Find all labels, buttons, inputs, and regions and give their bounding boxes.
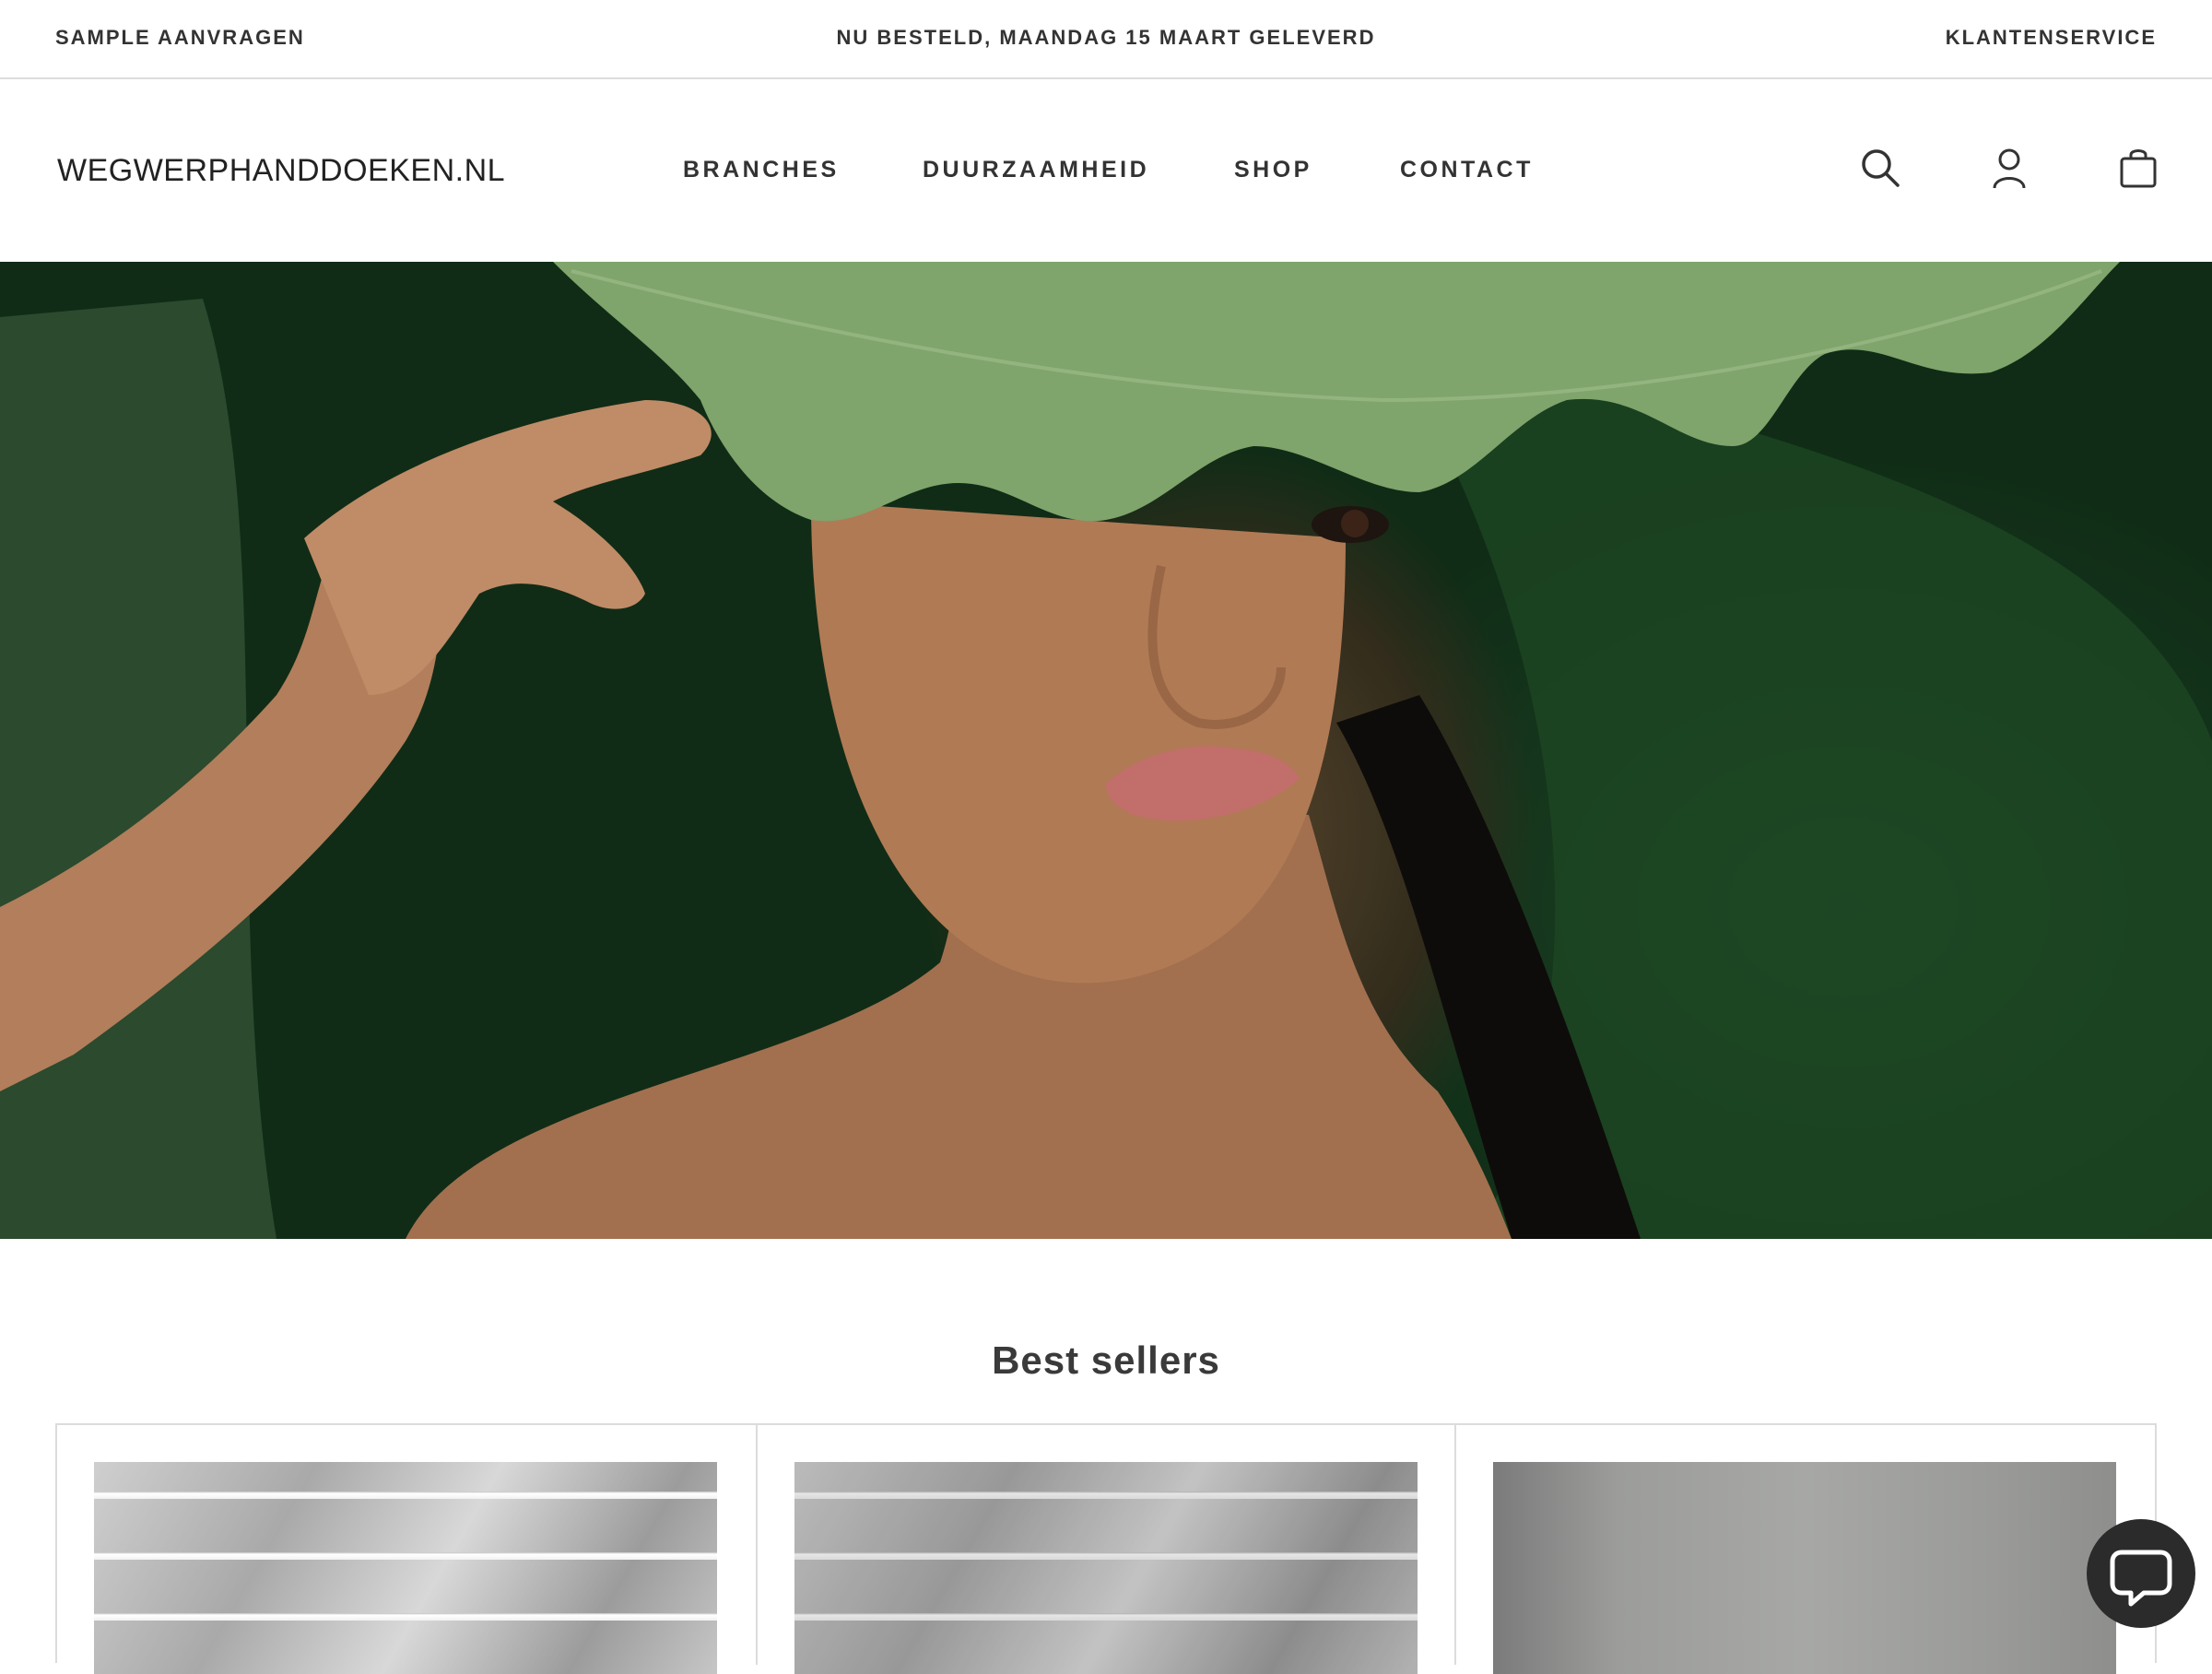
nav-branches[interactable]: BRANCHES (683, 157, 840, 183)
product-card[interactable] (758, 1425, 1456, 1674)
chat-button[interactable] (2087, 1519, 2195, 1628)
shopping-bag-icon[interactable] (2116, 146, 2160, 190)
customer-service-link[interactable]: KLANTENSERVICE (1946, 26, 2157, 50)
search-icon[interactable] (1858, 146, 1902, 190)
product-image-marble-tiles[interactable] (794, 1462, 1418, 1674)
hero-image (0, 262, 2212, 1239)
product-card[interactable] (57, 1425, 758, 1674)
site-header: WEGWERPHANDDOEKEN.NL BRANCHES DUURZAAMHE… (0, 81, 2212, 262)
account-icon[interactable] (1987, 146, 2031, 190)
delivery-notice: NU BESTELD, MAANDAG 15 MAART GELEVERD (836, 26, 1376, 49)
site-logo[interactable]: WEGWERPHANDDOEKEN.NL (57, 153, 505, 189)
product-grid (55, 1423, 2157, 1674)
nav-shop[interactable]: SHOP (1234, 157, 1312, 183)
product-image-grey-wall[interactable] (1493, 1462, 2116, 1674)
hero-illustration (0, 262, 2212, 1239)
nav-contact[interactable]: CONTACT (1400, 157, 1534, 183)
nav-duurzaamheid[interactable]: DUURZAAMHEID (923, 157, 1149, 183)
product-card[interactable] (1456, 1425, 2155, 1674)
product-image-marble-tiles[interactable] (94, 1462, 717, 1674)
chat-icon (2110, 1550, 2172, 1607)
bestsellers-title: Best sellers (992, 1338, 1220, 1382)
announcement-bar: SAMPLE AANVRAGEN NU BESTELD, MAANDAG 15 … (0, 0, 2212, 79)
